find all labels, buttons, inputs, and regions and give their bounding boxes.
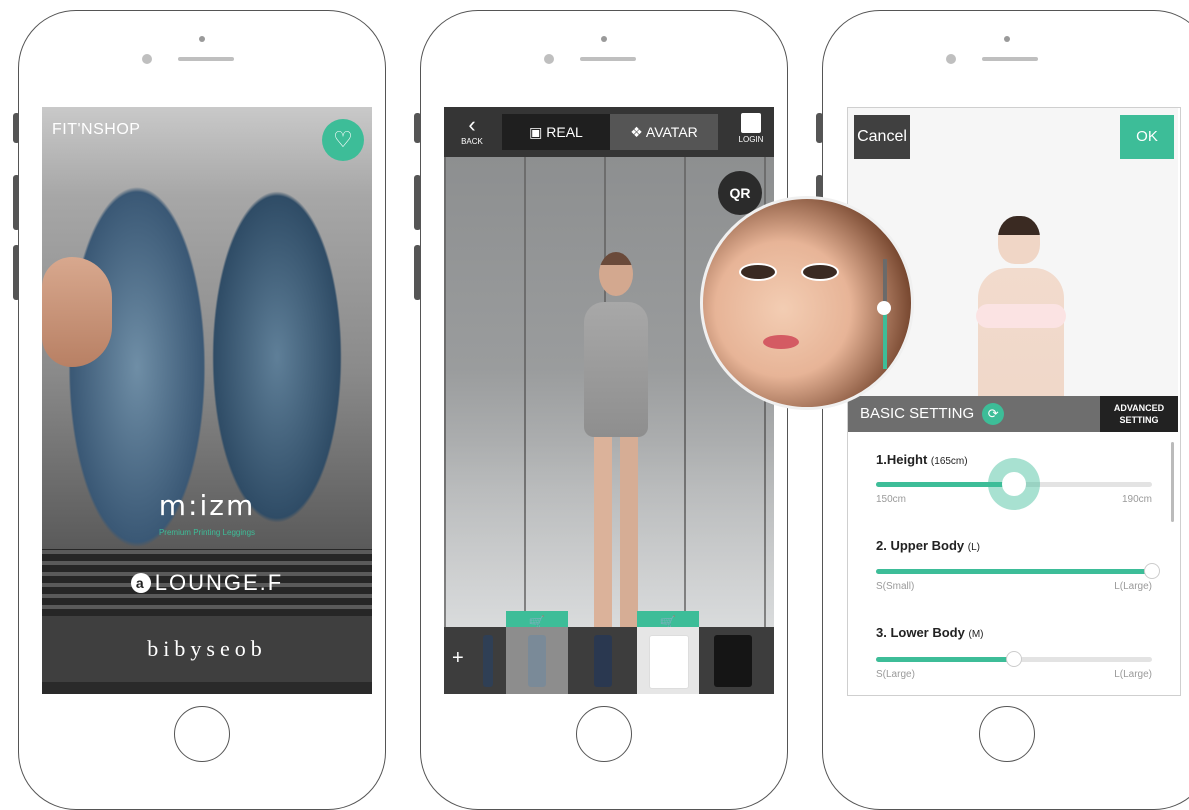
scrollbar[interactable] — [1171, 442, 1174, 522]
model-photo — [444, 157, 774, 627]
upper-body-title: 2. Upper Body — [876, 538, 965, 553]
avatar-head — [998, 216, 1040, 264]
lower-body-label: 3. Lower Body (M) — [876, 625, 983, 640]
lower-body-slider-thumb[interactable] — [1006, 651, 1022, 667]
next-banner-peek — [42, 682, 372, 694]
hanger-icon[interactable]: ♡ — [322, 119, 364, 161]
home-button[interactable] — [174, 706, 230, 762]
fitting-screen: ‹ BACK ▣ REAL ❖ AVATAR LOGIN QR 🛒 🛒 + — [444, 107, 774, 694]
height-value: (165cm) — [930, 456, 968, 467]
setting-tabs: BASIC SETTING ⟳ ADVANCED SETTING — [848, 396, 1178, 432]
brand-banner-lounge-f[interactable]: a LOUNGE.F — [42, 549, 372, 616]
basic-setting-label: BASIC SETTING — [860, 405, 975, 422]
user-icon — [741, 113, 761, 133]
tab-real-label: REAL — [546, 124, 583, 140]
upper-body-max: L(Large) — [1114, 581, 1152, 592]
earpiece — [580, 57, 636, 61]
upper-body-min: S(Small) — [876, 581, 915, 592]
model-dress — [584, 302, 648, 437]
walking-person-icon: ❖ — [630, 124, 643, 140]
upper-body-slider[interactable] — [876, 563, 1160, 579]
height-slider[interactable] — [876, 458, 1152, 510]
clothing-thumb-selected[interactable] — [637, 627, 699, 694]
brand-name: bibyseob — [147, 636, 267, 661]
phone-frame-1: FIT'NSHOP ♡ m:izm Premium Printing Leggi… — [18, 10, 386, 810]
lower-body-min: S(Large) — [876, 669, 915, 680]
ok-button[interactable]: OK — [1120, 115, 1174, 159]
camera-dot — [1004, 36, 1010, 42]
clothing-carousel: + — [444, 627, 774, 694]
camera-dot — [601, 36, 607, 42]
clothing-thumb[interactable] — [702, 627, 764, 694]
model-head — [599, 252, 633, 296]
add-clothing-button[interactable]: + — [452, 647, 464, 670]
lower-body-slider-fill — [876, 657, 1014, 662]
clothing-thumb[interactable] — [470, 627, 506, 694]
clothing-thumb[interactable] — [572, 627, 634, 694]
login-label: LOGIN — [738, 135, 764, 144]
upper-body-label: 2. Upper Body (L) — [876, 538, 980, 553]
front-sensor — [544, 54, 554, 64]
height-max: 190cm — [1121, 494, 1152, 505]
upper-body-slider-thumb[interactable] — [1144, 563, 1160, 579]
tab-avatar-label: AVATAR — [645, 124, 698, 140]
tab-real[interactable]: ▣ REAL — [502, 114, 610, 150]
face-zoom-magnifier — [700, 196, 914, 410]
avatar-top — [976, 304, 1066, 328]
avatar-setting-screen: Cancel OK BASIC SETTING ⟳ ADVANCED SETTIN… — [847, 107, 1181, 696]
right-eye — [801, 263, 839, 281]
camera-dot — [199, 36, 205, 42]
advanced-label-1: ADVANCED — [1113, 403, 1165, 413]
chevron-left-icon: ‹ — [468, 112, 476, 137]
height-title: 1.Height — [876, 452, 928, 467]
lower-body-slider[interactable] — [876, 651, 1152, 667]
earpiece — [178, 57, 234, 61]
front-sensor — [142, 54, 152, 64]
hero-tagline: Premium Printing Leggings — [158, 528, 256, 537]
app-brand: FIT'NSHOP — [52, 121, 141, 138]
tab-advanced-setting[interactable]: ADVANCED SETTING — [1100, 396, 1178, 432]
home-button[interactable] — [576, 706, 632, 762]
camera-icon: ▣ — [529, 124, 543, 140]
home-button[interactable] — [979, 706, 1035, 762]
login-button[interactable]: LOGIN — [734, 113, 768, 144]
back-label: BACK — [461, 137, 483, 146]
height-label: 1.Height (165cm) — [876, 452, 968, 467]
body-sliders-panel: 1.Height (165cm) 150cm 190cm 2. Upper Bo… — [848, 432, 1178, 695]
brand-name: LOUNGE.F — [154, 570, 284, 595]
lower-body-value: (M) — [968, 629, 984, 640]
tab-basic-setting[interactable]: BASIC SETTING ⟳ — [860, 396, 1005, 432]
brand-banner-bibyseob[interactable]: bibyseob — [42, 616, 372, 694]
lower-body-max: L(Large) — [1114, 669, 1152, 680]
advanced-label-2: SETTING — [1119, 415, 1159, 425]
lounge-logo-icon: a — [130, 573, 151, 593]
reset-icon[interactable]: ⟳ — [982, 403, 1005, 425]
lips — [763, 335, 799, 349]
top-toolbar: ‹ BACK ▣ REAL ❖ AVATAR LOGIN — [444, 107, 774, 157]
earpiece — [982, 57, 1038, 61]
hero-banner-mizm[interactable] — [42, 107, 372, 549]
shop-home-screen: FIT'NSHOP ♡ m:izm Premium Printing Leggi… — [42, 107, 372, 694]
cancel-button[interactable]: Cancel — [854, 115, 910, 159]
height-min: 150cm — [876, 494, 907, 505]
tab-avatar[interactable]: ❖ AVATAR — [610, 114, 718, 150]
model-legs — [594, 437, 638, 627]
lower-body-title: 3. Lower Body — [876, 625, 965, 640]
upper-body-slider-fill — [876, 569, 1152, 574]
hero-logo: m:izm — [158, 489, 256, 522]
back-button[interactable]: ‹ BACK — [452, 112, 492, 147]
left-eye — [739, 263, 777, 281]
hero-photo-hand — [42, 257, 112, 367]
phone-frame-2: ‹ BACK ▣ REAL ❖ AVATAR LOGIN QR 🛒 🛒 + — [420, 10, 788, 810]
front-sensor — [946, 54, 956, 64]
face-adjust-knob[interactable] — [877, 301, 891, 315]
clothing-thumb[interactable] — [506, 627, 568, 694]
upper-body-value: (L) — [967, 542, 980, 553]
height-slider-thumb[interactable] — [988, 458, 1040, 510]
phone-frame-3: Cancel OK BASIC SETTING ⟳ ADVANCED SETTIN… — [822, 10, 1189, 810]
